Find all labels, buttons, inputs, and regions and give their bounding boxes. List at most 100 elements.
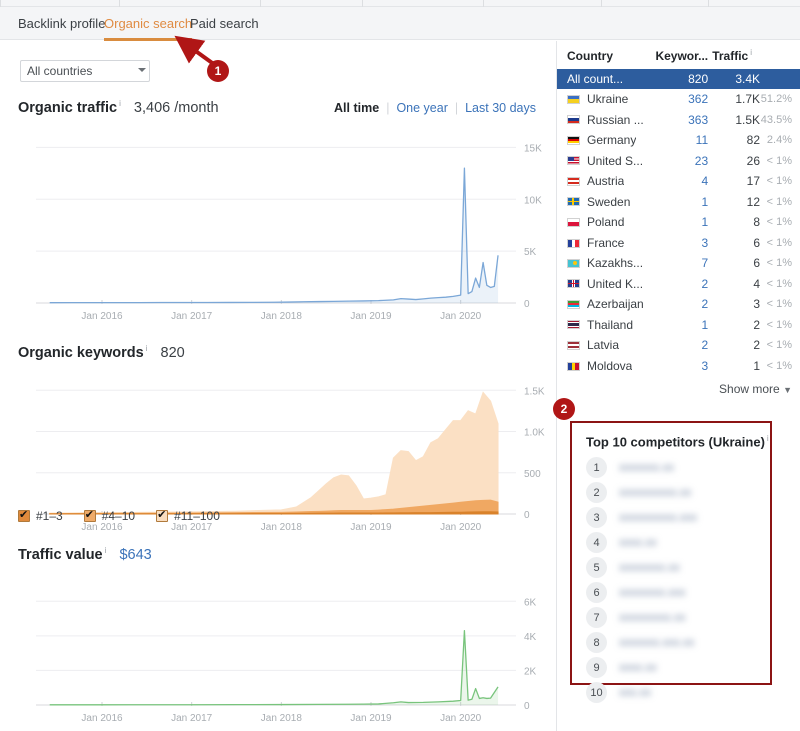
legend-checkbox-4-10[interactable]: #4–10: [83, 508, 135, 523]
checkbox-icon[interactable]: [156, 508, 169, 522]
cell-keywords[interactable]: 2: [651, 294, 708, 315]
range-one-year[interactable]: One year: [396, 101, 447, 115]
show-more-button[interactable]: Show more ▼: [557, 376, 800, 396]
legend-checkbox-11-100[interactable]: #11–100: [156, 508, 220, 523]
x-axis-label: Jan 2019: [350, 522, 392, 533]
checkbox-icon[interactable]: [83, 508, 96, 522]
competitor-domain[interactable]: xxxxxxx.xxx.xx: [619, 637, 694, 649]
cell-share: < 1%: [766, 318, 792, 331]
cell-keywords[interactable]: 7: [651, 253, 708, 274]
tab-backlink-profile[interactable]: Backlink profile: [18, 16, 105, 31]
list-item[interactable]: 10 xxx.xx: [572, 680, 770, 705]
table-row[interactable]: Russian ... 363 1.5K 43.5%: [557, 110, 800, 131]
cell-share: < 1%: [766, 216, 792, 229]
y-axis-tick: 4K: [524, 632, 537, 643]
cell-keywords[interactable]: 362: [651, 89, 708, 110]
table-row[interactable]: Kazakhs... 7 6 < 1%: [557, 253, 800, 274]
competitor-domain[interactable]: xxxx.xx: [619, 537, 657, 549]
table-row[interactable]: Moldova 3 1 < 1%: [557, 356, 800, 377]
table-row[interactable]: Ukraine 362 1.7K 51.2%: [557, 89, 800, 110]
cell-keywords[interactable]: 11: [651, 130, 708, 151]
range-all-time[interactable]: All time: [334, 101, 379, 115]
cell-keywords[interactable]: 2: [651, 335, 708, 356]
table-row[interactable]: Sweden 1 12 < 1%: [557, 192, 800, 213]
list-item[interactable]: 2 xxxxxxxxxx.xx: [572, 480, 770, 505]
country-filter-select[interactable]: All countries: [20, 60, 150, 82]
table-row[interactable]: Thailand 1 2 < 1%: [557, 315, 800, 336]
cell-keywords[interactable]: 820: [651, 69, 708, 89]
competitor-domain[interactable]: xxxxxxxxxx.xxx: [619, 512, 697, 524]
list-item[interactable]: 4 xxxx.xx: [572, 530, 770, 555]
list-item[interactable]: 1 xxxxxxx.xx: [572, 455, 770, 480]
legend-checkbox-1-3[interactable]: #1–3: [18, 508, 63, 523]
competitor-domain[interactable]: xxx.xx: [619, 687, 651, 699]
list-item[interactable]: 7 xxxxxxxxx.xx: [572, 605, 770, 630]
cell-keywords[interactable]: 3: [651, 356, 708, 377]
column-header-keywords[interactable]: Keywor...: [651, 41, 708, 69]
area-fill: [49, 630, 499, 705]
table-row[interactable]: Latvia 2 2 < 1%: [557, 335, 800, 356]
column-header-country[interactable]: Country: [557, 41, 651, 69]
y-axis-tick: 5K: [524, 247, 537, 258]
competitor-domain[interactable]: xxxxxxxx.xxx: [619, 587, 685, 599]
organic-keywords-heading: Organic keywords i 820: [18, 344, 185, 361]
cell-country: Ukraine: [557, 89, 651, 110]
info-icon[interactable]: i: [767, 434, 769, 443]
competitor-rank: 10: [586, 682, 607, 704]
tab-paid-search[interactable]: Paid search: [190, 16, 259, 31]
list-item[interactable]: 6 xxxxxxxx.xxx: [572, 580, 770, 605]
tab-organic-search[interactable]: Organic search: [104, 16, 193, 41]
info-icon[interactable]: i: [119, 99, 121, 108]
cell-traffic: 2: [753, 317, 760, 332]
organic-keywords-value: 820: [160, 344, 185, 361]
competitor-domain[interactable]: xxxxxxxx.xx: [619, 562, 680, 574]
organic-traffic-chart[interactable]: 15K 10K 5K 0 Jan 2016 Jan 2017 Jan 2018 Jan 201…: [18, 129, 546, 329]
list-item[interactable]: 8 xxxxxxx.xxx.xx: [572, 630, 770, 655]
table-row[interactable]: United K... 2 4 < 1%: [557, 274, 800, 295]
table-row[interactable]: Azerbaijan 2 3 < 1%: [557, 294, 800, 315]
y-axis-tick: 0: [524, 299, 530, 310]
cell-keywords[interactable]: 2: [651, 274, 708, 295]
info-icon[interactable]: i: [750, 48, 752, 57]
range-last-30-days[interactable]: Last 30 days: [465, 101, 536, 115]
list-item[interactable]: 3 xxxxxxxxxx.xxx: [572, 505, 770, 530]
country-name: Moldova: [587, 359, 633, 373]
info-icon[interactable]: i: [146, 344, 148, 353]
cell-keywords[interactable]: 4: [651, 171, 708, 192]
cell-keywords[interactable]: 1: [651, 212, 708, 233]
table-row[interactable]: Poland 1 8 < 1%: [557, 212, 800, 233]
flag-icon: [567, 156, 580, 165]
country-name: United K...: [587, 276, 644, 291]
cell-keywords[interactable]: 1: [651, 315, 708, 336]
column-header-traffic[interactable]: Traffic i: [708, 41, 760, 69]
traffic-value-chart[interactable]: 6K 4K 2K 0 Jan 2016 Jan 2017 Jan 2018 Jan 2019 J…: [18, 576, 546, 731]
cell-share: < 1%: [766, 298, 792, 311]
flag-icon: [567, 217, 580, 227]
competitor-domain[interactable]: xxxxxxxxxx.xx: [619, 487, 691, 499]
cell-share: < 1%: [766, 175, 792, 188]
competitor-domain[interactable]: xxxx.xx: [619, 662, 657, 674]
cell-traffic: 6: [753, 235, 760, 250]
column-divider: [119, 0, 120, 7]
table-row[interactable]: Germany 11 82 2.4%: [557, 130, 800, 151]
list-item[interactable]: 9 xxxx.xx: [572, 655, 770, 680]
competitor-domain[interactable]: xxxxxxxxx.xx: [619, 612, 685, 624]
flag-icon: [567, 299, 580, 309]
table-row[interactable]: All count... 820 3.4K: [557, 69, 800, 89]
clipped-table-header-strip: [0, 0, 800, 7]
tab-label: Paid search: [190, 16, 259, 31]
cell-country: Thailand: [557, 315, 651, 336]
cell-keywords[interactable]: 3: [651, 233, 708, 254]
table-row[interactable]: France 3 6 < 1%: [557, 233, 800, 254]
country-name: France: [587, 236, 625, 250]
country-name: Germany: [587, 133, 637, 147]
competitor-domain[interactable]: xxxxxxx.xx: [619, 462, 674, 474]
info-icon[interactable]: i: [105, 546, 107, 555]
table-row[interactable]: Austria 4 17 < 1%: [557, 171, 800, 192]
table-row[interactable]: United S... 23 26 < 1%: [557, 151, 800, 172]
checkbox-icon[interactable]: [18, 508, 30, 522]
cell-keywords[interactable]: 363: [651, 110, 708, 131]
list-item[interactable]: 5 xxxxxxxx.xx: [572, 555, 770, 580]
cell-keywords[interactable]: 23: [651, 151, 708, 172]
cell-keywords[interactable]: 1: [651, 192, 708, 213]
